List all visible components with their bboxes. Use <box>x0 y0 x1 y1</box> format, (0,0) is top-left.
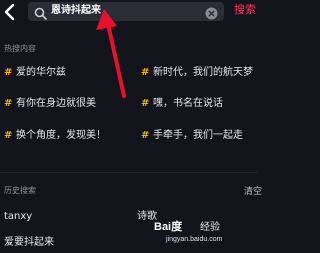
hot-item-label: 爱的华尔兹 <box>16 67 66 78</box>
hot-item-label: 换个角度，发现美！ <box>16 130 106 141</box>
watermark-product: 经验 <box>200 222 220 233</box>
back-chevron-icon[interactable] <box>2 2 18 22</box>
search-query-text: 恩诗抖起来 <box>51 5 101 16</box>
search-icon <box>34 5 47 20</box>
history-item[interactable]: tanxy <box>4 210 32 224</box>
clear-input-icon[interactable] <box>205 5 218 20</box>
hot-item[interactable]: # 爱的华尔兹 <box>4 66 66 80</box>
hash-icon: # <box>4 67 13 78</box>
hot-item[interactable]: # 有你在身边就很美 <box>4 97 96 111</box>
hot-item[interactable]: # 新时代，我们的航天梦 <box>141 66 253 80</box>
hash-icon: # <box>141 98 150 109</box>
clear-history-button[interactable]: 清空 <box>244 184 262 197</box>
section-divider <box>0 172 258 173</box>
baidu-jingyan-watermark: Bai度 经验 jingyan.baidu.com <box>152 216 256 252</box>
hot-item[interactable]: # 手牵手，我们一起走 <box>141 129 243 143</box>
history-section-label: 历史搜索 <box>4 186 36 195</box>
hot-section-label: 热搜内容 <box>4 44 36 53</box>
hash-icon: # <box>4 130 13 141</box>
watermark-url: jingyan.baidu.com <box>166 236 223 243</box>
hot-item-label: 新时代，我们的航天梦 <box>153 67 253 78</box>
search-button[interactable]: 搜索 <box>234 2 256 18</box>
search-screen: 恩诗抖起来 搜索 热搜内容 # 爱的华尔兹 # 新时代，我们的航天梦 # 有你在身边就… <box>0 0 262 253</box>
baidu-logo: Bai度 <box>154 221 183 233</box>
hot-item[interactable]: # 换个角度，发现美！ <box>4 129 106 143</box>
history-item[interactable]: 爱要抖起来 <box>4 236 54 250</box>
hash-icon: # <box>141 130 150 141</box>
search-input[interactable]: 恩诗抖起来 <box>28 2 224 21</box>
hash-icon: # <box>141 67 150 78</box>
hash-icon: # <box>4 98 13 109</box>
hot-item[interactable]: # 嘿，书名在说话 <box>141 97 223 111</box>
hot-item-label: 手牵手，我们一起走 <box>153 130 243 141</box>
hot-item-label: 嘿，书名在说话 <box>153 98 223 109</box>
hot-item-label: 有你在身边就很美 <box>16 98 96 109</box>
